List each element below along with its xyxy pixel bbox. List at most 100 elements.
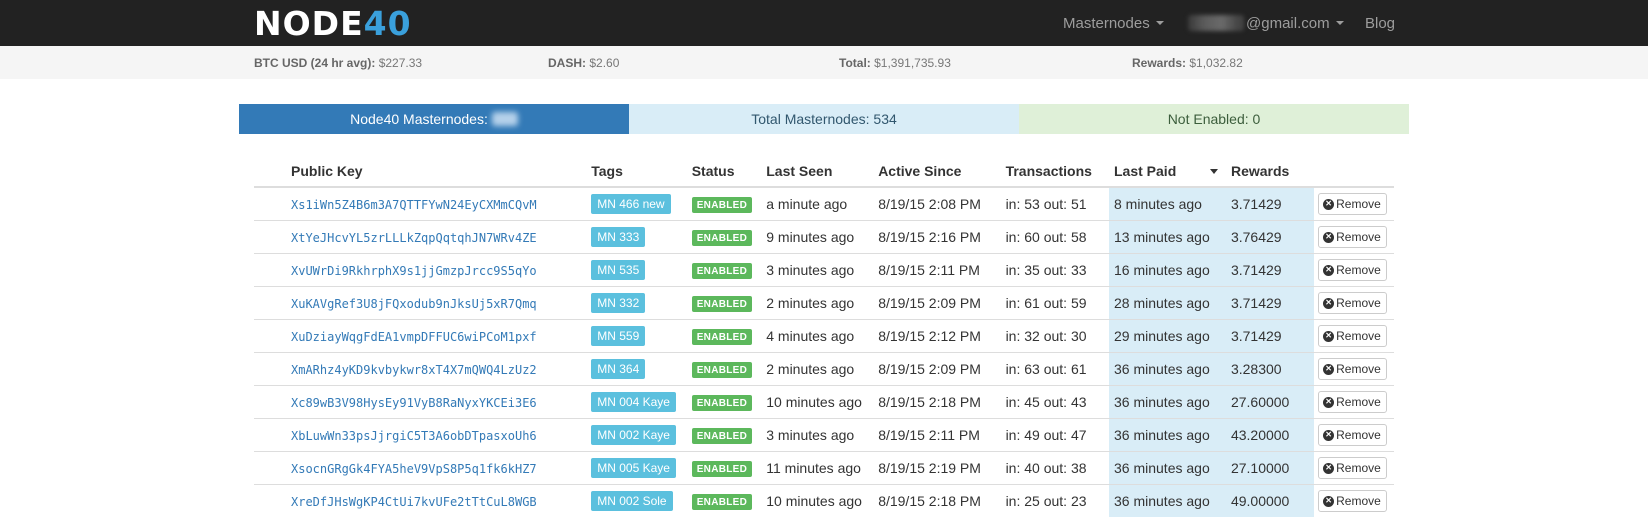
stat-rewards-label: Rewards: <box>1132 56 1187 70</box>
table-row: XreDfJHsWgKP4CtUi7kvUFe2tTtCuL8WGB MN 002… <box>254 484 1394 517</box>
public-key-link[interactable]: XreDfJHsWgKP4CtUi7kvUFe2tTtCuL8WGB <box>291 495 537 509</box>
table-header-row: Public Key Tags Status Last Seen Active … <box>254 156 1394 188</box>
header-tags[interactable]: Tags <box>591 156 692 188</box>
remove-button[interactable]: ✕ Remove <box>1318 457 1387 479</box>
nav-account-dropdown[interactable]: @gmail.com <box>1188 0 1344 46</box>
tag-badge[interactable]: MN 364 <box>591 359 646 379</box>
tag-badge[interactable]: MN 002 Kaye <box>591 425 676 445</box>
tag-badge[interactable]: MN 004 Kaye <box>591 392 676 412</box>
remove-circle-icon: ✕ <box>1323 264 1335 276</box>
last-paid-cell: 36 minutes ago <box>1109 484 1226 517</box>
remove-circle-icon: ✕ <box>1323 297 1335 309</box>
status-badge: ENABLED <box>691 362 753 378</box>
tag-badge[interactable]: MN 333 <box>591 227 646 247</box>
table-row: XvUWrDi9RkhrphX9s1jjGmzpJrcc9S5qYo MN 535… <box>254 253 1394 287</box>
summary-node40-masternodes: Node40 Masternodes: <box>239 104 629 134</box>
transactions-cell: in: 63 out: 61 <box>1005 352 1109 386</box>
remove-circle-icon: ✕ <box>1323 198 1335 210</box>
transactions-cell: in: 35 out: 33 <box>1005 253 1109 287</box>
last-seen-cell: 11 minutes ago <box>766 451 879 485</box>
tag-badge[interactable]: MN 535 <box>591 260 646 280</box>
public-key-link[interactable]: XvUWrDi9RkhrphX9s1jjGmzpJrcc9S5qYo <box>291 264 537 278</box>
remove-button-label: Remove <box>1336 329 1381 343</box>
remove-circle-icon: ✕ <box>1323 462 1335 474</box>
header-transactions[interactable]: Transactions <box>1005 156 1109 188</box>
table-row: XsocnGRgGk4FYA5heV9VpS8P5q1fk6kHZ7 MN 005… <box>254 451 1394 485</box>
public-key-link[interactable]: Xc89wB3V98HysEy91VyB8RaNyxYKCEi3E6 <box>291 396 537 410</box>
summary-not-enabled: Not Enabled: 0 <box>1019 104 1409 134</box>
remove-button-label: Remove <box>1336 428 1381 442</box>
rewards-cell: 3.28300 <box>1225 352 1315 386</box>
public-key-link[interactable]: XbLuwWn33psJjrgiC5T3A6obDTpasxoUh6 <box>291 429 537 443</box>
summary-total-label: Total Masternodes: 534 <box>751 111 897 127</box>
stat-btc-value: $227.33 <box>378 56 423 70</box>
remove-button[interactable]: ✕ Remove <box>1318 292 1387 314</box>
summary-node40-label: Node40 Masternodes: <box>350 111 488 127</box>
stat-btc-label: BTC USD (24 hr avg): <box>254 56 376 70</box>
last-paid-cell: 8 minutes ago <box>1109 186 1226 221</box>
header-public-key[interactable]: Public Key <box>254 156 592 188</box>
remove-button[interactable]: ✕ Remove <box>1318 226 1387 248</box>
transactions-cell: in: 49 out: 47 <box>1005 418 1109 452</box>
redacted-email-user <box>1188 15 1244 31</box>
remove-button[interactable]: ✕ Remove <box>1318 325 1387 347</box>
header-last-paid[interactable]: Last Paid <box>1109 156 1226 188</box>
public-key-link[interactable]: XuDziayWqgFdEA1vmpDFFUC6wiPCoM1pxf <box>291 330 537 344</box>
header-status[interactable]: Status <box>691 156 767 188</box>
stat-rewards-value: $1,032.82 <box>1189 56 1243 70</box>
remove-button[interactable]: ✕ Remove <box>1318 391 1387 413</box>
tag-badge[interactable]: MN 466 new <box>591 194 671 214</box>
last-paid-cell: 36 minutes ago <box>1109 385 1226 419</box>
public-key-link[interactable]: XmARhz4yKD9kvbykwr8xT4X7mQWQ4LzUz2 <box>291 363 537 377</box>
status-badge: ENABLED <box>691 461 753 477</box>
remove-button[interactable]: ✕ Remove <box>1318 358 1387 380</box>
transactions-cell: in: 40 out: 38 <box>1005 451 1109 485</box>
stat-rewards: Rewards: $1,032.82 <box>1132 56 1243 70</box>
remove-button[interactable]: ✕ Remove <box>1318 193 1387 215</box>
public-key-link[interactable]: XsocnGRgGk4FYA5heV9VpS8P5q1fk6kHZ7 <box>291 462 537 476</box>
nav-blog-link[interactable]: Blog <box>1365 0 1395 46</box>
transactions-cell: in: 32 out: 30 <box>1005 319 1109 353</box>
header-last-seen[interactable]: Last Seen <box>766 156 879 188</box>
last-seen-cell: 3 minutes ago <box>766 418 879 452</box>
remove-circle-icon: ✕ <box>1323 330 1335 342</box>
stats-bar: BTC USD (24 hr avg): $227.33 DASH: $2.60… <box>0 46 1648 79</box>
remove-button[interactable]: ✕ Remove <box>1318 259 1387 281</box>
tag-badge[interactable]: MN 559 <box>591 326 646 346</box>
tag-badge[interactable]: MN 005 Kaye <box>591 458 676 478</box>
active-since-cell: 8/19/15 2:18 PM <box>878 484 1006 517</box>
status-badge: ENABLED <box>691 395 753 411</box>
last-seen-cell: 3 minutes ago <box>766 253 879 287</box>
tag-badge[interactable]: MN 332 <box>591 293 646 313</box>
rewards-cell: 3.71429 <box>1225 186 1315 221</box>
stat-dash-label: DASH: <box>548 56 586 70</box>
public-key-link[interactable]: Xs1iWn5Z4B6m3A7QTTFYwN24EyCXMmCQvM <box>291 198 537 212</box>
header-rewards[interactable]: Rewards <box>1225 156 1315 188</box>
public-key-link[interactable]: XtYeJHcvYL5zrLLLkZqpQqtqhJN7WRv4ZE <box>291 231 537 245</box>
status-badge: ENABLED <box>691 428 753 444</box>
rewards-cell: 3.71429 <box>1225 253 1315 287</box>
status-badge: ENABLED <box>691 494 753 510</box>
tag-badge[interactable]: MN 002 Sole <box>591 491 673 511</box>
rewards-cell: 49.00000 <box>1225 484 1315 517</box>
table-row: Xs1iWn5Z4B6m3A7QTTFYwN24EyCXMmCQvM MN 466… <box>254 186 1394 221</box>
remove-button[interactable]: ✕ Remove <box>1318 424 1387 446</box>
nav-masternodes-label: Masternodes <box>1063 14 1150 32</box>
active-since-cell: 8/19/15 2:11 PM <box>878 418 1006 452</box>
remove-button[interactable]: ✕ Remove <box>1318 490 1387 512</box>
remove-button-label: Remove <box>1336 296 1381 310</box>
transactions-cell: in: 45 out: 43 <box>1005 385 1109 419</box>
header-active-since[interactable]: Active Since <box>878 156 1006 188</box>
summary-total-masternodes: Total Masternodes: 534 <box>629 104 1019 134</box>
public-key-link[interactable]: XuKAVgRef3U8jFQxodub9nJksUj5xR7Qmq <box>291 297 537 311</box>
last-seen-cell: 2 minutes ago <box>766 352 879 386</box>
nav-right: Masternodes @gmail.com Blog <box>0 0 1648 46</box>
nav-masternodes-dropdown[interactable]: Masternodes <box>1063 0 1164 46</box>
remove-circle-icon: ✕ <box>1323 429 1335 441</box>
remove-button-label: Remove <box>1336 263 1381 277</box>
table-row: XmARhz4yKD9kvbykwr8xT4X7mQWQ4LzUz2 MN 364… <box>254 352 1394 386</box>
chevron-down-icon <box>1335 21 1344 25</box>
status-badge: ENABLED <box>691 329 753 345</box>
remove-button-label: Remove <box>1336 395 1381 409</box>
remove-button-label: Remove <box>1336 362 1381 376</box>
